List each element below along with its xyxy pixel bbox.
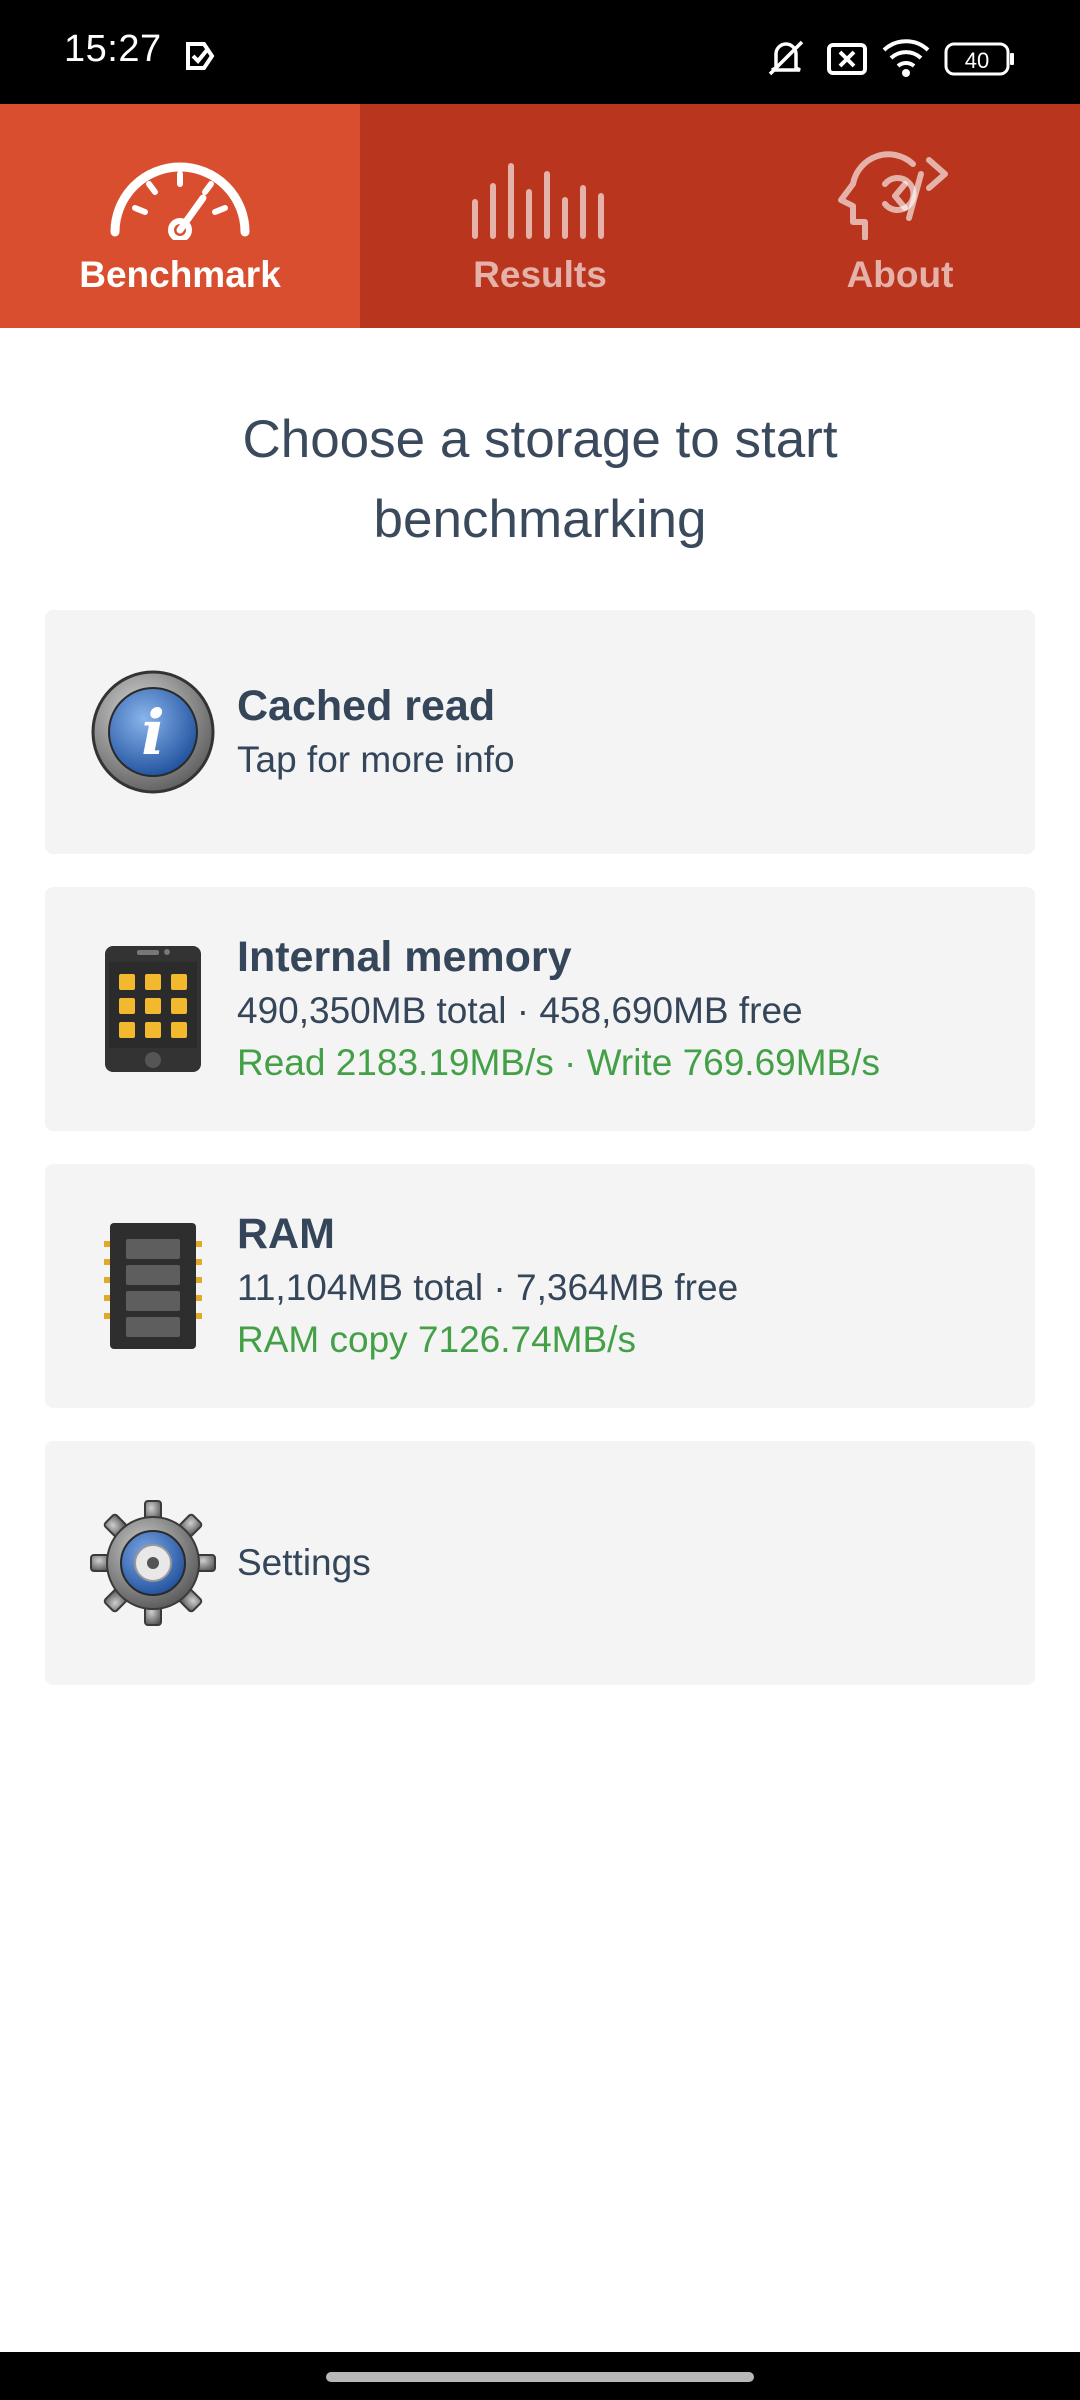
navigation-bar [0,2352,1080,2400]
card-text: Settings [237,1441,1015,1685]
tab-label: About [846,254,954,295]
wifi-icon [882,38,930,83]
card-text: Internal memory 490,350MB total · 458,69… [237,887,1015,1131]
settings-card[interactable]: Settings [45,1441,1035,1685]
ram-card[interactable]: RAM 11,104MB total · 7,364MB free RAM co… [45,1164,1035,1408]
home-gesture-handle[interactable] [326,2372,754,2382]
status-bar: 15:27 40 [0,0,1080,104]
tab-results[interactable]: Results [360,104,720,328]
capacity-text: 490,350MB total · 458,690MB free [237,990,803,1031]
tab-bar: Benchmark Results About [0,104,1080,328]
battery-level: 40 [965,48,989,73]
status-time: 15:27 [64,28,162,70]
page-title: Choose a storage to start benchmarking [242,410,838,549]
tab-benchmark[interactable]: Benchmark [0,104,360,328]
bars-icon [465,144,615,240]
settings-label: Settings [237,1542,371,1583]
battery-icon: 40 [944,42,1016,81]
svg-text:i: i [141,696,165,769]
card-title: Cached read [237,682,496,730]
speedometer-icon [105,144,255,240]
close-box-icon [826,42,868,81]
tab-label: Benchmark [79,254,281,295]
ram-chip-icon [83,1216,223,1356]
tab-label: Results [473,254,607,295]
internal-memory-card[interactable]: Internal memory 490,350MB total · 458,69… [45,887,1035,1131]
cached-read-card[interactable]: i Cached read Tap for more info [45,610,1035,854]
speed-text: Read 2183.19MB/s · Write 769.69MB/s [237,1042,881,1083]
tab-about[interactable]: About [720,104,1080,328]
speed-text: RAM copy 7126.74MB/s [237,1319,636,1360]
card-text: RAM 11,104MB total · 7,364MB free RAM co… [237,1164,1015,1408]
info-icon: i [83,662,223,802]
phone-icon [83,939,223,1079]
card-title: Internal memory [237,933,572,981]
capacity-text: 11,104MB total · 7,364MB free [237,1267,739,1308]
notification-check-icon [184,40,216,77]
card-text: Cached read Tap for more info [237,610,1015,854]
head-code-icon [825,144,975,240]
card-subtitle: Tap for more info [237,739,515,780]
card-title: RAM [237,1210,335,1258]
gear-icon [83,1493,223,1633]
mute-icon [764,38,808,83]
